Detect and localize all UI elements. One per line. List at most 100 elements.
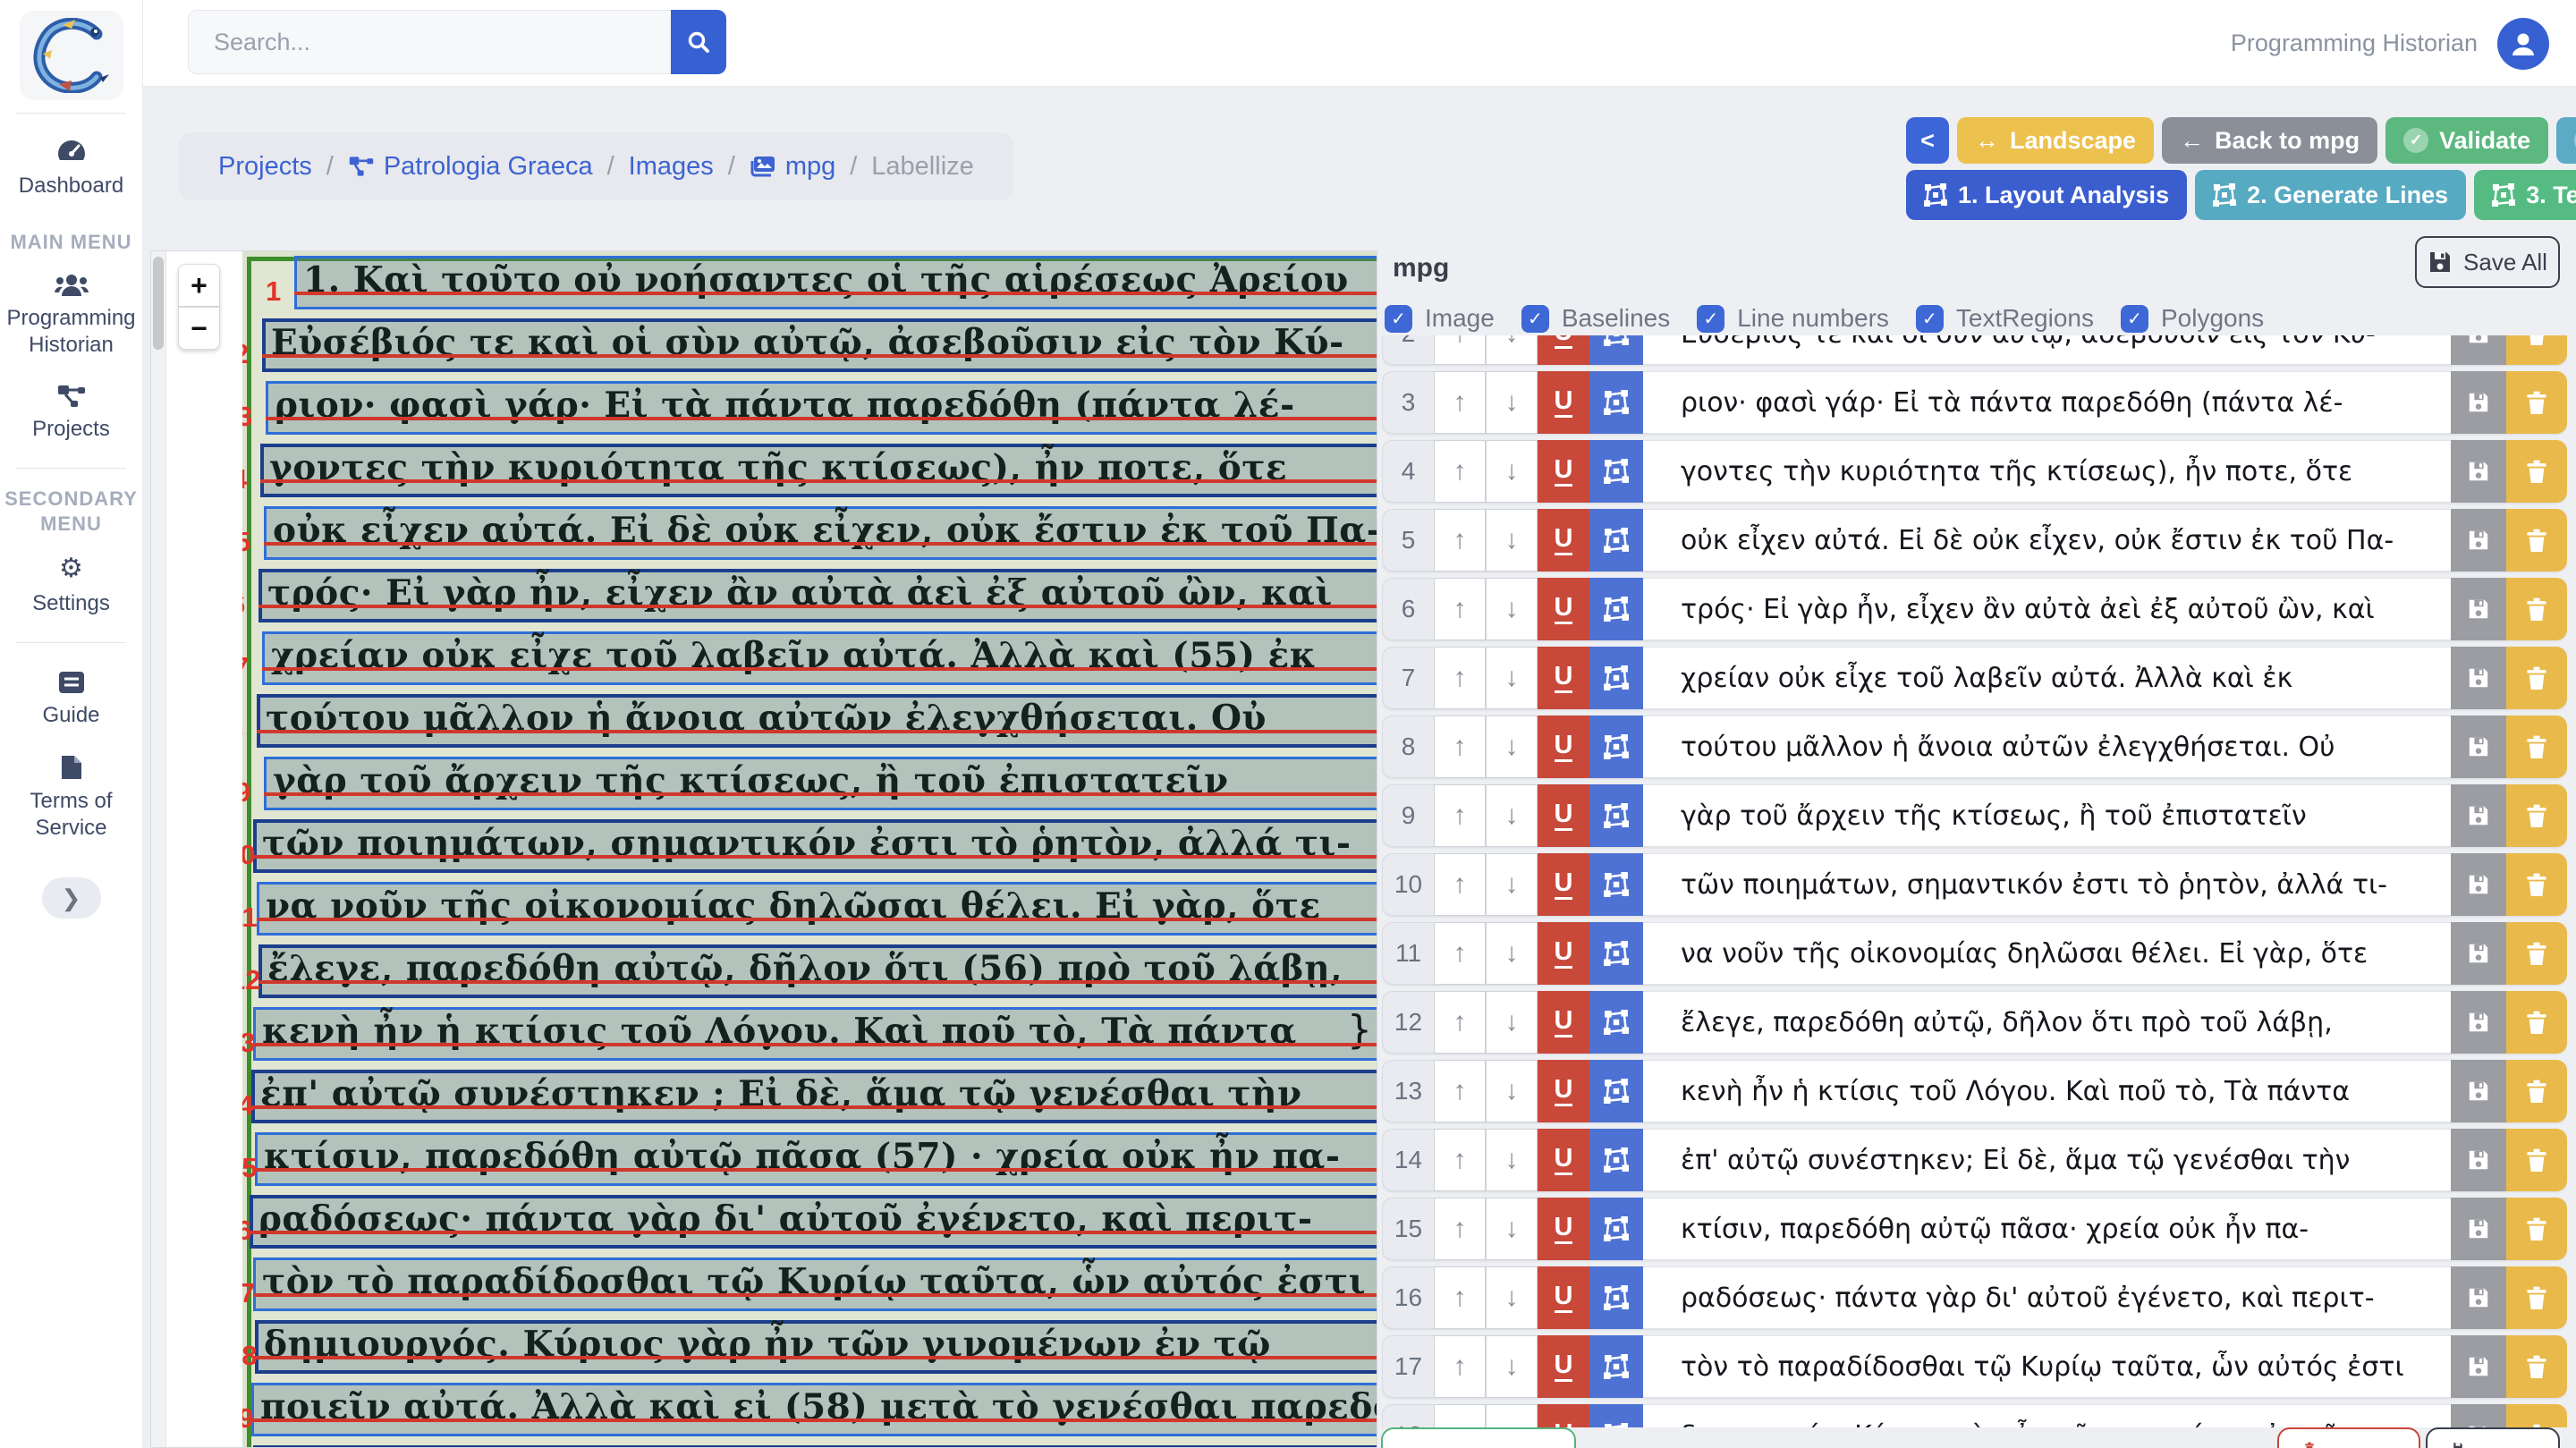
edit-polygon-button[interactable] [1589,922,1643,985]
underline-button[interactable]: U [1538,1060,1589,1122]
save-line-button[interactable] [2451,1129,2506,1191]
toggle-image[interactable]: ✓Image [1385,304,1495,333]
text-recognition-button[interactable]: 3. Text Recognition [2474,170,2576,220]
manuscript-line-7[interactable]: χρείαν οὐκ εἶχε τοῦ λαβεῖν αὐτά. Ἀλλὰ κα… [262,631,1377,685]
search-input[interactable] [188,10,671,74]
move-line-down-button[interactable]: ↓ [1486,922,1538,985]
collapse-panel-button[interactable]: < [1906,117,1949,164]
breadcrumb-projects[interactable]: Projects [218,152,312,182]
baseline[interactable] [250,1231,1377,1234]
manuscript-line-8[interactable]: τούτου μᾶλλον ἡ ἄνοια αὐτῶν ἐλεγχθήσεται… [257,694,1377,748]
delete-line-button[interactable] [2506,1129,2567,1191]
manuscript-line-3[interactable]: ριον· φασὶ γάρ· Εἰ τὰ πάντα παρεδόθη (πά… [266,381,1377,435]
validate-button[interactable]: ✓Validate [2385,117,2548,164]
line-transcription[interactable]: ραδόσεως· πάντα γὰρ δι' αὐτοῦ ἐγένετο, κ… [1643,1266,2451,1329]
delete-line-button[interactable] [2506,784,2567,847]
move-line-up-button[interactable]: ↑ [1434,578,1486,640]
checkbox-checked-icon[interactable]: ✓ [2121,305,2148,333]
baseline[interactable] [255,1168,1377,1172]
line-transcription[interactable]: ἐπ' αὐτῷ συνέστηκεν; Εἰ δὲ, ἅμα τῷ γενέσ… [1643,1129,2451,1191]
baseline[interactable] [253,855,1377,859]
toggle-baselines[interactable]: ✓Baselines [1521,304,1670,333]
manuscript-line-10[interactable]: τῶν ποιημάτων, σημαντικόν ἐστι τὸ ῥητὸν,… [253,819,1377,873]
move-line-up-button[interactable]: ↑ [1434,1266,1486,1329]
sidebar-item-programming-historian[interactable]: Programming Historian [0,260,142,371]
manuscript-line-4[interactable]: γοντες τὴν κυριότητα τῆς κτίσεως), ἦν πο… [260,444,1377,497]
move-line-down-button[interactable]: ↓ [1486,1266,1538,1329]
breadcrumb-images[interactable]: Images [629,152,714,182]
line-transcription[interactable]: τούτου μᾶλλον ἡ ἄνοια αὐτῶν ἐλεγχθήσεται… [1643,716,2451,778]
save-line-button[interactable] [2451,784,2506,847]
line-transcription[interactable]: τρός· Εἰ γὰρ ἦν, εἶχεν ἂν αὐτὰ ἀεὶ ἐξ αὐ… [1643,578,2451,640]
move-line-up-button[interactable]: ↑ [1434,1129,1486,1191]
line-transcription[interactable]: τῶν ποιημάτων, σημαντικόν ἐστι τὸ ῥητὸν,… [1643,853,2451,916]
manuscript-line-15[interactable]: κτίσιν, παρεδόθη αὐτῷ πᾶσα (57) · χρεία … [255,1132,1377,1186]
edit-polygon-button[interactable] [1589,853,1643,916]
line-transcription[interactable]: κενὴ ἦν ἡ κτίσις τοῦ Λόγου. Καὶ ποῦ τὸ, … [1643,1060,2451,1122]
save-line-button[interactable] [2451,853,2506,916]
underline-button[interactable]: U [1538,1198,1589,1260]
move-line-down-button[interactable]: ↓ [1486,509,1538,572]
move-line-down-button[interactable]: ↓ [1486,578,1538,640]
manuscript-line-13[interactable]: κενὴ ἦν ἡ κτίσις τοῦ Λόγου. Καὶ ποῦ τὸ, … [253,1007,1377,1061]
breadcrumb-project[interactable]: Patrologia Graeca [348,152,593,182]
move-line-down-button[interactable]: ↓ [1486,440,1538,503]
footer-save-button-partial[interactable] [2426,1427,2560,1448]
move-line-up-button[interactable]: ↑ [1434,853,1486,916]
delete-line-button[interactable] [2506,922,2567,985]
save-line-button[interactable] [2451,716,2506,778]
baseline[interactable] [253,1043,1377,1046]
baseline[interactable] [258,980,1377,984]
toggle-line-numbers[interactable]: ✓Line numbers [1697,304,1889,333]
save-line-button[interactable] [2451,647,2506,709]
save-line-button[interactable] [2451,991,2506,1054]
footer-red-button-partial[interactable] [2277,1427,2420,1448]
save-line-button[interactable] [2451,440,2506,503]
manuscript-line-18[interactable]: δημιουργός. Κύριος γὰρ ἦν τῶν γινομένων … [255,1320,1377,1374]
breadcrumb-image[interactable]: mpg [750,152,835,182]
sidebar-item-dashboard[interactable]: Dashboard [0,126,142,212]
edit-polygon-button[interactable] [1589,578,1643,640]
search-button[interactable] [671,10,726,74]
move-line-down-button[interactable]: ↓ [1486,991,1538,1054]
save-line-button[interactable] [2451,509,2506,572]
info-button[interactable]: iInfo [2556,117,2576,164]
manuscript-line-5[interactable]: οὐκ εἶχεν αὐτά. Εἰ δὲ οὐκ εἶχεν, οὐκ ἔστ… [264,506,1377,560]
underline-button[interactable]: U [1538,1404,1589,1427]
edit-polygon-button[interactable] [1589,1129,1643,1191]
checkbox-checked-icon[interactable]: ✓ [1697,305,1724,333]
sidebar-item-settings[interactable]: ⚙ Settings [0,542,142,630]
baseline[interactable] [257,730,1377,733]
line-transcription[interactable]: γοντες τὴν κυριότητα τῆς κτίσεως), ἦν πο… [1643,440,2451,503]
move-line-up-button[interactable]: ↑ [1434,922,1486,985]
app-logo[interactable] [20,11,123,100]
manuscript-line-16[interactable]: ραδόσεως· πάντα γὰρ δι' αὐτοῦ ἐγένετο, κ… [250,1195,1377,1249]
baseline[interactable] [264,542,1377,546]
delete-line-button[interactable] [2506,991,2567,1054]
underline-button[interactable]: U [1538,647,1589,709]
manuscript-line-1[interactable]: 1. Καὶ τοῦτο οὐ νοήσαντες οἱ τῆς αἱρέσεω… [294,256,1377,309]
checkbox-checked-icon[interactable]: ✓ [1385,305,1412,333]
baseline[interactable] [255,1356,1377,1359]
save-line-button[interactable] [2451,1404,2506,1427]
manuscript-line-19[interactable]: ποιεῖν αὐτά. Ἀλλὰ καὶ εἰ (58) μετὰ τὸ γε… [251,1383,1377,1436]
move-line-up-button[interactable]: ↑ [1434,784,1486,847]
manuscript-line-9[interactable]: γὰρ τοῦ ἄρχειν τῆς κτίσεως, ἢ τοῦ ἐπιστα… [264,757,1377,810]
edit-polygon-button[interactable] [1589,371,1643,434]
move-line-up-button[interactable]: ↑ [1434,1335,1486,1398]
manuscript-line-11[interactable]: να νοῦν τῆς οἰκονομίας δηλῶσαι θέλει. Εἰ… [257,882,1377,936]
move-line-down-button[interactable]: ↓ [1486,784,1538,847]
underline-button[interactable]: U [1538,716,1589,778]
manuscript-canvas[interactable]: 1. Καὶ τοῦτο οὐ νοήσαντες οἱ τῆς αἱρέσεω… [242,251,1377,1448]
line-transcription[interactable]: ριον· φασὶ γάρ· Εἰ τὰ πάντα παρεδόθη (πά… [1643,371,2451,434]
landscape-button[interactable]: ↔Landscape [1957,117,2154,164]
zoom-out-button[interactable]: − [178,307,220,350]
underline-button[interactable]: U [1538,335,1589,365]
sidebar-item-terms-of-service[interactable]: Terms of Service [0,741,142,854]
delete-line-button[interactable] [2506,440,2567,503]
underline-button[interactable]: U [1538,509,1589,572]
edit-polygon-button[interactable] [1589,1266,1643,1329]
checkbox-checked-icon[interactable]: ✓ [1521,305,1549,333]
move-line-up-button[interactable]: ↑ [1434,335,1486,365]
line-transcription[interactable]: κτίσιν, παρεδόθη αὐτῷ πᾶσα· χρεία οὐκ ἦν… [1643,1198,2451,1260]
